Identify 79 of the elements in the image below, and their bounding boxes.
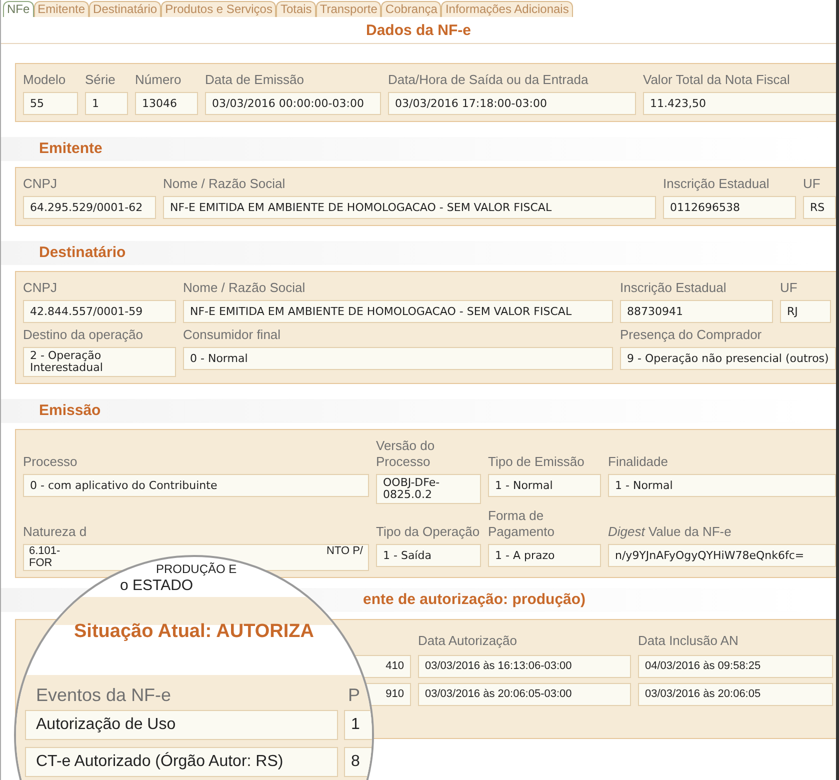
field-label: CNPJ xyxy=(23,280,57,296)
magnified-header: Eventos da NF-e xyxy=(36,685,172,706)
field-label: Processo xyxy=(23,454,78,470)
tab[interactable]: Destinatário xyxy=(89,1,162,17)
magnified-text: PRODUÇÃO E xyxy=(156,563,237,576)
field-value: 55 xyxy=(23,92,78,115)
magnified-field: CT-e Autorizado (Órgão Autor: RS) xyxy=(25,747,338,777)
field-value: 0 - Normal xyxy=(183,347,613,370)
table-cell: 03/03/2016 às 20:06:05-03:00 xyxy=(418,683,631,706)
field-label: Data/Hora de Saída ou da Entrada xyxy=(388,72,588,88)
section-heading: Emissão xyxy=(39,400,101,421)
tab[interactable]: Cobrança xyxy=(381,1,442,17)
field-value: 2 - Operação Interestadual xyxy=(23,347,176,377)
field-label: Digest Value da NF-e xyxy=(608,524,732,540)
field-value: FOR xyxy=(29,557,54,569)
page-title: Dados da NF-e xyxy=(366,21,471,42)
section-heading: Destinatário xyxy=(39,242,126,263)
field-value: 1 - Saída xyxy=(376,544,481,567)
column-header: Data Autorização xyxy=(418,632,518,650)
column-header: Data Inclusão AN xyxy=(638,632,738,650)
field-label: Nome / Razão Social xyxy=(163,176,286,192)
field-value: OOBJ-DFe-0825.0.2 xyxy=(376,474,481,504)
magnified-field: 1 xyxy=(344,710,372,740)
field-label: Série xyxy=(85,72,116,88)
field-value: 11.423,50 xyxy=(643,92,836,115)
field-value: 9 - Operação não presencial (outros) xyxy=(620,347,836,370)
field-value: 1 - A prazo xyxy=(488,544,601,567)
field-value: RJ xyxy=(780,300,831,323)
field-value: 03/03/2016 17:18:00-03:00 xyxy=(388,92,636,115)
field-label: UF xyxy=(803,176,820,192)
tab[interactable]: Transporte xyxy=(316,1,382,17)
magnified-field: 8 xyxy=(344,747,372,777)
field-label: Versão do Processo xyxy=(376,438,436,470)
field-value: n/y9YJnAFyOgyQYHiW78eQnk6fc= xyxy=(608,544,836,567)
field-label: Valor Total da Nota Fiscal xyxy=(643,72,790,88)
field-label: Consumidor final xyxy=(183,327,281,343)
magnified-field: Autorização de Uso xyxy=(25,710,338,740)
field-label: Tipo da Operação xyxy=(376,524,480,540)
field-label: Data de Emissão xyxy=(205,72,304,88)
field-label: Nome / Razão Social xyxy=(183,280,306,296)
field-value: 1 - Normal xyxy=(608,474,836,497)
tab[interactable]: Informações Adicionais xyxy=(441,1,573,17)
tab[interactable]: Produtos e Serviços xyxy=(161,1,276,17)
field-label: Modelo xyxy=(23,72,66,88)
table-cell: 03/03/2016 às 16:13:06-03:00 xyxy=(418,655,631,678)
section-heading: Emitente xyxy=(39,138,102,159)
field-label: UF xyxy=(780,280,798,296)
field-value: 1 xyxy=(85,92,128,115)
field-label: Forma de Pagamento xyxy=(488,508,556,540)
magnified-text: o ESTADO xyxy=(120,577,194,594)
field-value: 0 - com aplicativo do Contribuinte xyxy=(23,474,369,497)
field-value: NF-E EMITIDA EM AMBIENTE DE HOMOLOGACAO - SEM VALOR FISCAL xyxy=(183,300,613,323)
field-label: Destino da operação xyxy=(23,327,143,343)
field-label: Inscrição Estadual xyxy=(620,280,726,296)
tab[interactable]: NFe xyxy=(3,1,34,17)
field-label: Natureza d xyxy=(23,524,87,540)
field-value: 6.101- xyxy=(29,545,60,557)
field-value: 1 - Normal xyxy=(488,474,601,497)
field-value: NF-E EMITIDA EM AMBIENTE DE HOMOLOGACAO - SEM VALOR FISCAL xyxy=(163,196,656,219)
field-label: Presença do Comprador xyxy=(620,327,762,343)
field-value: 42.844.557/0001-59 xyxy=(23,300,176,323)
field-label: Número xyxy=(135,72,182,88)
magnified-status: Situação Atual: AUTORIZA xyxy=(74,621,314,643)
field-value: 88730941 xyxy=(620,300,773,323)
field-value: NTO P/ xyxy=(326,545,363,557)
field-value: RS xyxy=(803,196,836,219)
tab[interactable]: Totais xyxy=(276,1,316,17)
field-value: 64.295.529/0001-62 xyxy=(23,196,156,219)
field-value: 13046 xyxy=(135,92,198,115)
table-cell: 04/03/2016 às 09:58:25 xyxy=(638,655,833,678)
table-cell: 03/03/2016 às 20:06:05 xyxy=(638,683,833,706)
field-label: Inscrição Estadual xyxy=(663,176,770,192)
tab[interactable]: Emitente xyxy=(34,1,90,17)
field-label: Finalidade xyxy=(608,454,668,470)
field-label: Tipo de Emissão xyxy=(488,454,584,470)
field-value: 03/03/2016 00:00:00-03:00 xyxy=(205,92,381,115)
field-value: 0112696538 xyxy=(663,196,796,219)
status-heading: ente de autorização: produção) xyxy=(363,590,586,610)
field-label: CNPJ xyxy=(23,176,57,192)
